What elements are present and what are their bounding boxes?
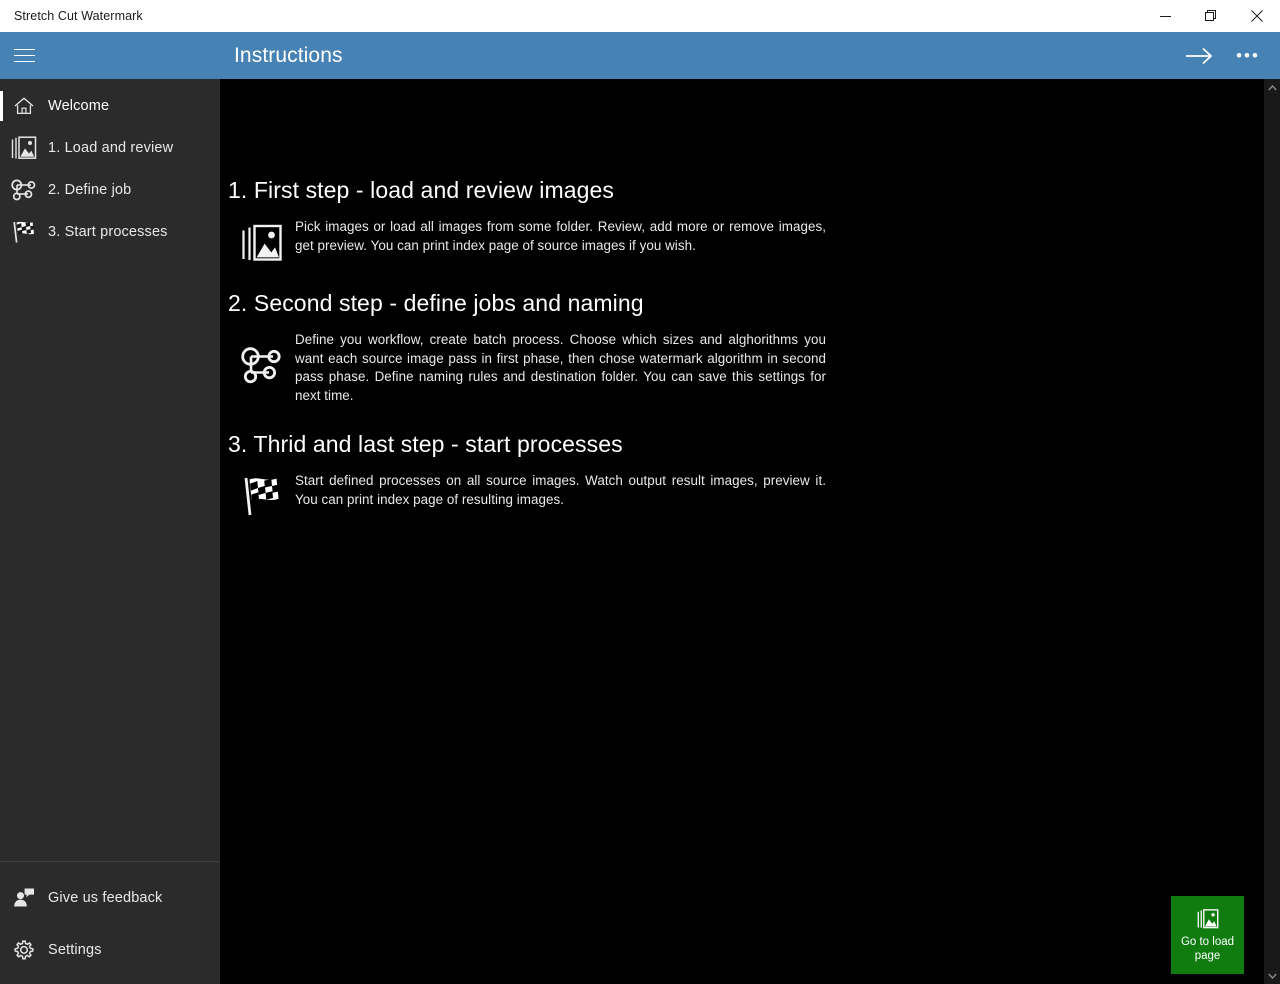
main-content-area: 1. First step - load and review images P…: [220, 79, 1280, 984]
selection-indicator: [0, 91, 3, 121]
minimize-button[interactable]: [1142, 0, 1188, 32]
sidebar-item-label: Give us feedback: [48, 890, 163, 906]
window-titlebar: Stretch Cut Watermark: [0, 0, 1280, 32]
scroll-up-icon[interactable]: [1264, 79, 1280, 96]
scroll-down-icon[interactable]: [1264, 967, 1280, 984]
close-button[interactable]: [1234, 0, 1280, 32]
checkered-flag-icon: [228, 472, 295, 520]
section-body: Define you workflow, create batch proces…: [228, 331, 828, 405]
sidebar-item-label: Settings: [48, 942, 102, 958]
section-text: Start defined processes on all source im…: [295, 473, 826, 507]
images-icon: [228, 218, 295, 264]
share-nodes-icon: [0, 177, 48, 203]
section-text: Pick images or load all images from some…: [295, 219, 826, 253]
maximize-button[interactable]: [1188, 0, 1234, 32]
more-options-button[interactable]: •••: [1224, 32, 1272, 79]
hamburger-bar-2: [13, 54, 35, 57]
go-to-load-page-button[interactable]: Go to load page: [1171, 896, 1244, 974]
share-nodes-icon: [228, 331, 295, 389]
section-title: 3. Thrid and last step - start processes: [228, 431, 623, 458]
hamburger-bar-1: [13, 48, 35, 51]
sidebar-item-label: Welcome: [48, 98, 110, 114]
hamburger-icon[interactable]: [0, 32, 48, 79]
window-title: Stretch Cut Watermark: [14, 9, 143, 23]
sidebar-item-label: 2. Define job: [48, 182, 132, 198]
arrow-right-icon[interactable]: [1176, 32, 1224, 79]
sidebar-item-settings[interactable]: Settings: [0, 924, 220, 976]
checkered-flag-icon: [0, 219, 48, 245]
feedback-person-icon: [0, 887, 48, 909]
images-icon: [0, 135, 48, 161]
content-scrollbar[interactable]: [1263, 79, 1280, 984]
hamburger-bars: [13, 44, 35, 67]
section-title: 2. Second step - define jobs and naming: [228, 290, 644, 316]
sidebar-item-define-job[interactable]: 2. Define job: [0, 169, 220, 211]
section-body: Pick images or load all images from some…: [228, 218, 828, 264]
instruction-section-2: 2. Second step - define jobs and naming …: [228, 290, 828, 405]
sidebar-item-label: 3. Start processes: [48, 224, 168, 240]
sidebar-secondary-list: Give us feedback Settings: [0, 862, 220, 984]
section-body: Start defined processes on all source im…: [228, 472, 828, 520]
section-title: 1. First step - load and review images: [228, 177, 615, 203]
sidebar-item-give-us-feedback[interactable]: Give us feedback: [0, 872, 220, 924]
app-header-bar: Instructions •••: [0, 32, 1280, 79]
gear-icon: [0, 938, 48, 962]
sidebar-primary-list: Welcome 1. Load and review 2. Define job…: [0, 79, 220, 253]
images-icon: [1196, 908, 1220, 930]
instruction-section-1: 1. First step - load and review images P…: [228, 177, 828, 264]
sidebar-item-label: 1. Load and review: [48, 140, 174, 156]
hamburger-bar-3: [13, 60, 35, 63]
go-to-load-page-label: Go to load page: [1180, 935, 1235, 962]
section-text: Define you workflow, create batch proces…: [295, 332, 826, 403]
sidebar-item-load-and-review[interactable]: 1. Load and review: [0, 127, 220, 169]
instruction-section-3: 3. Thrid and last step - start processes: [228, 431, 828, 520]
navigation-sidebar: Welcome 1. Load and review 2. Define job…: [0, 79, 220, 984]
home-icon: [0, 96, 48, 116]
page-title: Instructions: [234, 43, 343, 67]
instructions-document: 1. First step - load and review images P…: [228, 79, 828, 546]
sidebar-item-welcome[interactable]: Welcome: [0, 85, 220, 127]
sidebar-filler: [0, 253, 220, 861]
sidebar-item-start-processes[interactable]: 3. Start processes: [0, 211, 220, 253]
